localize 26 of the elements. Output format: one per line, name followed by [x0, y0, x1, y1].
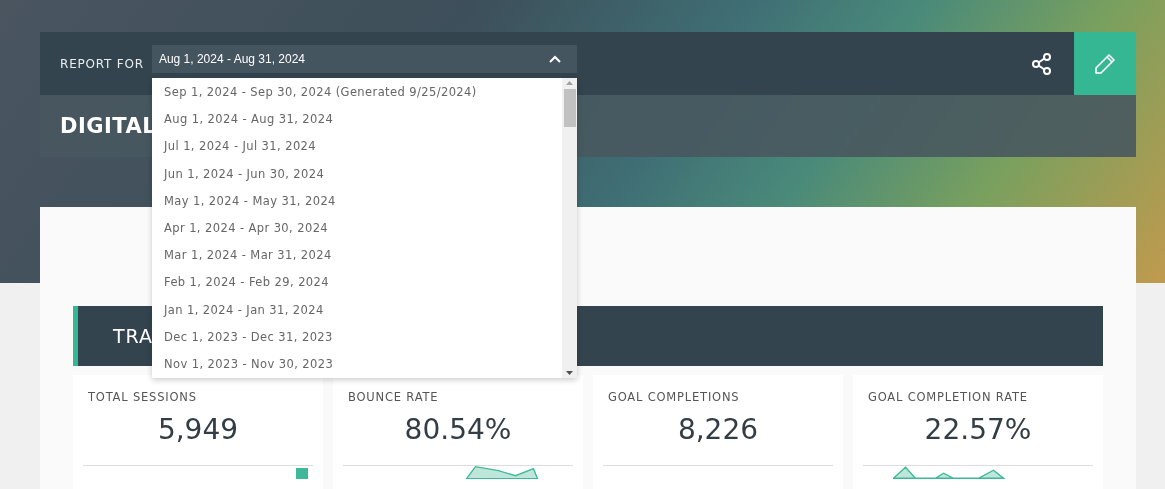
- bar-sparkline: [296, 468, 308, 479]
- period-select[interactable]: Aug 1, 2024 - Aug 31, 2024: [151, 44, 577, 73]
- period-option[interactable]: May 1, 2024 - May 31, 2024: [152, 187, 562, 215]
- report-label: REPORT FOR: [60, 56, 144, 71]
- metric-label: GOAL COMPLETION RATE: [868, 390, 1029, 404]
- metric-label: BOUNCE RATE: [348, 390, 440, 404]
- period-option[interactable]: Jan 1, 2024 - Jan 31, 2024: [152, 296, 562, 324]
- metric-value: 80.54%: [403, 413, 513, 448]
- scroll-thumb[interactable]: [563, 89, 576, 127]
- chevron-icon: [548, 54, 561, 63]
- scrollbar[interactable]: [562, 78, 577, 378]
- pencil-icon: [1094, 52, 1116, 75]
- metric-value: 5,949: [156, 413, 240, 448]
- period-option[interactable]: Nov 1, 2023 - Nov 30, 2023: [152, 350, 562, 379]
- metric-value: 8,226: [676, 413, 760, 448]
- section-title: TRA: [113, 325, 154, 347]
- metric-label: GOAL COMPLETIONS: [608, 390, 741, 404]
- period-option[interactable]: Apr 1, 2024 - Apr 30, 2024: [152, 214, 562, 243]
- metric-value: 22.57%: [923, 413, 1033, 448]
- period-option[interactable]: Dec 1, 2023 - Dec 31, 2023: [152, 323, 562, 351]
- period-option[interactable]: Feb 1, 2024 - Feb 29, 2024: [152, 269, 562, 297]
- period-option[interactable]: Mar 1, 2024 - Mar 31, 2024: [152, 242, 562, 270]
- share-icon: [1032, 52, 1052, 75]
- metric-label: TOTAL SESSIONS: [88, 390, 198, 404]
- period-option[interactable]: Jun 1, 2024 - Jun 30, 2024: [152, 160, 562, 188]
- period-option[interactable]: Sep 1, 2024 - Sep 30, 2024 (Generated 9/25/2024): [152, 79, 562, 107]
